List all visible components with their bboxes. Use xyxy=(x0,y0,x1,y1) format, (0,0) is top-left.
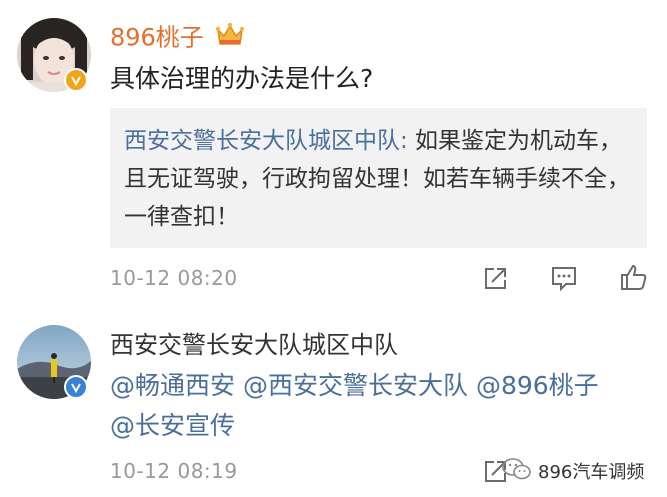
username[interactable]: 西安交警长安大队城区中队 xyxy=(110,330,398,360)
quoted-author-separator: : xyxy=(400,128,408,154)
quoted-reply[interactable]: 西安交警长安大队城区中队: 如果鉴定为机动车，且无证驾驶，行政拘留处理！如若车辆… xyxy=(110,108,647,248)
timestamp: 10-12 08:20 xyxy=(110,266,238,290)
username-text[interactable]: 896桃子 xyxy=(110,24,204,52)
mention-link[interactable]: @长安宣传 xyxy=(110,411,235,440)
watermark-text: 896汽车调频 xyxy=(538,462,645,483)
mention-link[interactable]: @西安交警长安大队 xyxy=(243,371,468,400)
like-icon[interactable] xyxy=(618,262,648,292)
quoted-author-link[interactable]: 西安交警长安大队城区中队 xyxy=(124,128,400,154)
comment-item: 896桃子 具体治理的办法是什么? 西安交警长安大队城区中队: 如果鉴定为机动车… xyxy=(0,0,667,300)
comment-icon[interactable] xyxy=(549,263,579,293)
comment-text: 具体治理的办法是什么? xyxy=(110,64,374,93)
mention-link[interactable]: @896桃子 xyxy=(476,371,599,400)
verified-badge-icon xyxy=(64,375,88,399)
mention-link[interactable]: @畅通西安 xyxy=(110,371,235,400)
timestamp: 10-12 08:19 xyxy=(110,459,238,483)
quoted-reply-text: 西安交警长安大队城区中队: 如果鉴定为机动车，且无证驾驶，行政拘留处理！如若车辆… xyxy=(124,122,639,236)
verified-badge-icon xyxy=(64,68,88,92)
crown-icon xyxy=(215,22,245,55)
watermark: 896汽车调频 xyxy=(502,455,644,487)
share-icon[interactable] xyxy=(481,263,511,293)
comment-mentions-line-1: @畅通西安 @西安交警长安大队 @896桃子 xyxy=(110,368,599,404)
comment-mentions-line-2: @长安宣传 xyxy=(110,408,235,444)
wechat-icon xyxy=(502,457,532,486)
username[interactable]: 896桃子 xyxy=(110,22,245,55)
